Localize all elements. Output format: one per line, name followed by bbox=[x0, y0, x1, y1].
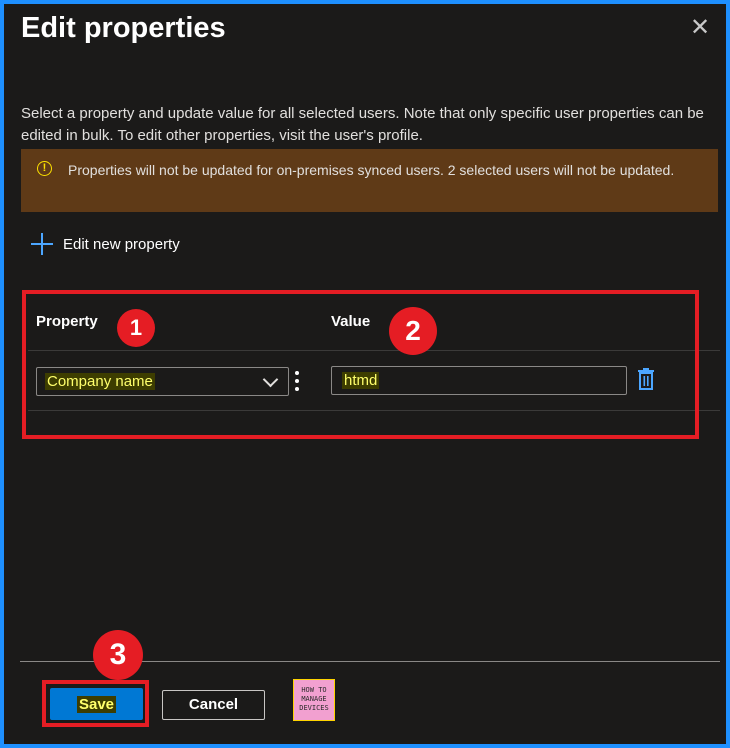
brand-logo: HOW TO MANAGE DEVICES bbox=[293, 679, 335, 721]
edit-new-property-label: Edit new property bbox=[63, 235, 180, 253]
save-button-label: Save bbox=[76, 695, 117, 713]
panel-description: Select a property and update value for a… bbox=[21, 105, 704, 144]
edit-new-property-button[interactable]: Edit new property bbox=[31, 231, 180, 257]
save-button[interactable]: Save bbox=[50, 688, 143, 720]
panel-title: Edit properties bbox=[21, 12, 226, 44]
annotation-badge-2: 2 bbox=[389, 307, 437, 355]
annotation-badge-1: 1 bbox=[117, 309, 155, 347]
warning-banner: ! Properties will not be updated for on-… bbox=[21, 149, 718, 212]
annotation-badge-3: 3 bbox=[93, 630, 143, 680]
warning-text: Properties will not be updated for on-pr… bbox=[68, 162, 675, 178]
cancel-button[interactable]: Cancel bbox=[162, 690, 265, 720]
info-icon: ! bbox=[37, 161, 52, 176]
plus-icon bbox=[31, 233, 53, 255]
close-icon[interactable]: ✕ bbox=[688, 16, 712, 40]
